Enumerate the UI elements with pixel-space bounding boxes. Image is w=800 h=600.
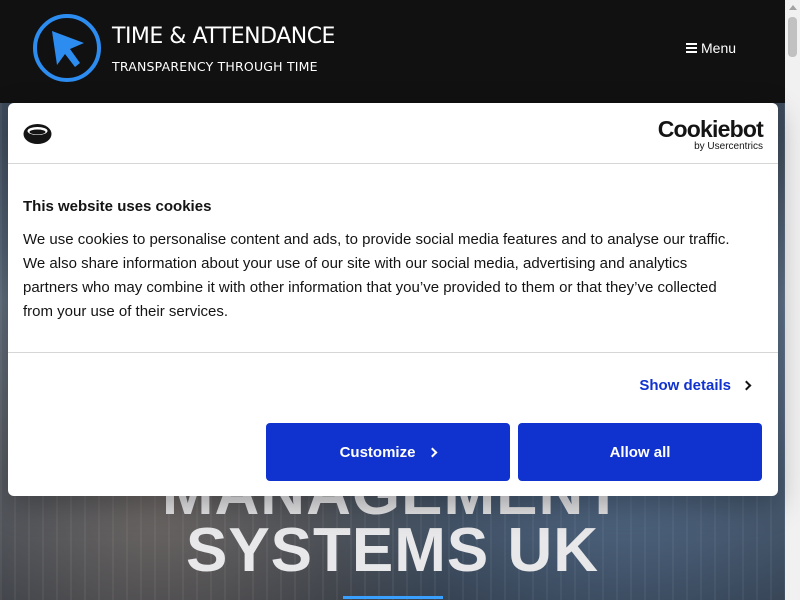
customize-label: Customize <box>339 443 416 461</box>
menu-label: Menu <box>701 40 737 56</box>
cookiebot-by: by Usercentrics <box>694 141 763 152</box>
allow-all-button[interactable]: Allow all <box>518 423 762 481</box>
cookie-icon <box>23 124 52 144</box>
site-header: TIME & ATTENDANCE TRANSPARENCY THROUGH T… <box>0 0 785 103</box>
page-scrollbar[interactable] <box>785 0 800 600</box>
hamburger-icon <box>686 43 697 53</box>
cookiebot-brand: Cookiebot <box>657 116 764 142</box>
cookie-dialog-body: This website uses cookies We use cookies… <box>8 198 778 324</box>
chevron-right-icon <box>427 447 438 457</box>
hero-heading-line2: SYSTEMS UK <box>185 516 600 585</box>
cookie-consent-dialog: Cookiebot by Usercentrics This website u… <box>8 103 778 496</box>
cookie-dialog-header: Cookiebot by Usercentrics <box>8 103 778 164</box>
site-title[interactable]: TIME & ATTENDANCE <box>112 24 335 49</box>
show-details-label: Show details <box>639 377 731 394</box>
divider <box>8 352 778 353</box>
scroll-thumb[interactable] <box>788 17 797 57</box>
show-details-link[interactable]: Show details <box>639 377 752 394</box>
menu-button[interactable]: Menu <box>686 40 736 56</box>
cookie-heading: This website uses cookies <box>23 198 212 215</box>
cookiebot-logo[interactable]: Cookiebot by Usercentrics <box>657 116 764 153</box>
allow-all-label: Allow all <box>609 443 671 461</box>
cursor-circle-logo-icon[interactable] <box>32 13 102 83</box>
customize-button[interactable]: Customize <box>266 423 510 481</box>
scroll-up-arrow-icon[interactable] <box>789 5 797 10</box>
chevron-right-icon <box>741 380 752 391</box>
site-tagline: TRANSPARENCY THROUGH TIME <box>112 59 318 74</box>
hero-underline <box>343 596 443 599</box>
cookie-description: We use cookies to personalise content an… <box>23 231 730 320</box>
